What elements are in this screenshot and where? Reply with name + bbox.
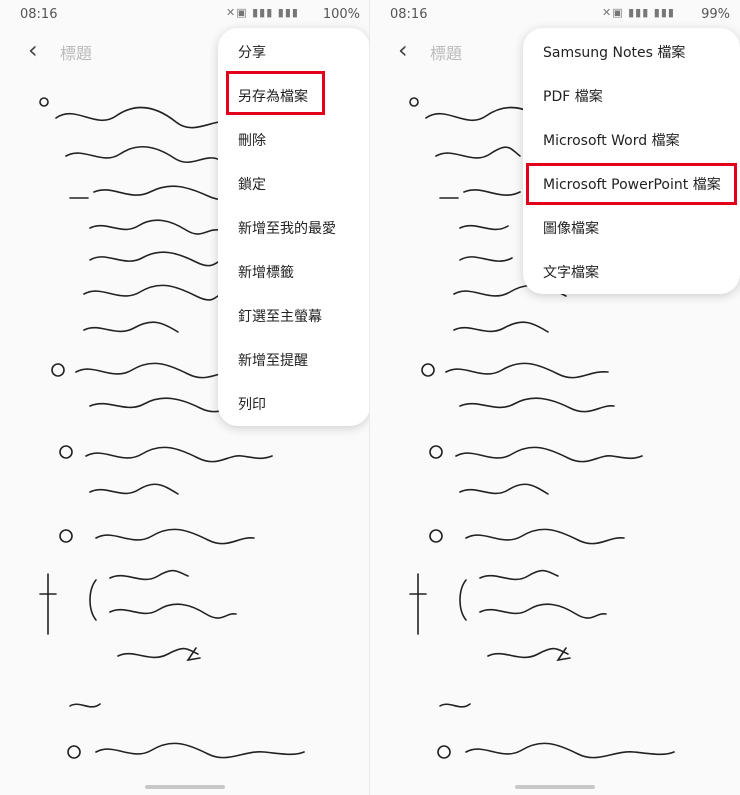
right-screen: 08:16 ✕▣ ▮▮▮ ▮▮▮ 99% ‹ 標題 Samsung Notes … — [370, 0, 740, 795]
home-handle[interactable] — [515, 785, 595, 789]
back-arrow-icon[interactable]: ‹ — [28, 36, 38, 64]
menu-item-pin-to-home[interactable]: 釘選至主螢幕 — [238, 306, 322, 326]
save-as-file-menu: Samsung Notes 檔案 PDF 檔案 Microsoft Word 檔… — [523, 28, 740, 294]
left-screen: 08:16 ✕▣ ▮▮▮ ▮▮▮ 100% ‹ 標題 分享 另存為檔案 刪除 鎖… — [0, 0, 370, 795]
menu-item-samsung-notes-file[interactable]: Samsung Notes 檔案 — [543, 42, 685, 62]
highlight-box — [526, 163, 737, 205]
home-handle[interactable] — [145, 785, 225, 789]
battery-level: 100% — [322, 7, 360, 22]
menu-item-text-file[interactable]: 文字檔案 — [543, 262, 599, 282]
navigation-bar — [0, 777, 370, 795]
menu-item-pdf-file[interactable]: PDF 檔案 — [543, 86, 603, 106]
note-title-placeholder[interactable]: 標題 — [430, 40, 462, 64]
menu-item-word-file[interactable]: Microsoft Word 檔案 — [543, 130, 680, 150]
menu-item-print[interactable]: 列印 — [238, 394, 266, 414]
menu-item-delete[interactable]: 刪除 — [238, 130, 266, 150]
navigation-bar — [370, 777, 740, 795]
highlight-box — [226, 71, 325, 115]
back-arrow-icon[interactable]: ‹ — [398, 36, 408, 64]
menu-item-add-to-favorites[interactable]: 新增至我的最愛 — [238, 218, 336, 238]
menu-item-lock[interactable]: 鎖定 — [238, 174, 266, 194]
signal-icons: ✕▣ ▮▮▮ ▮▮▮ — [602, 6, 675, 19]
menu-item-image-file[interactable]: 圖像檔案 — [543, 218, 599, 238]
note-title-placeholder[interactable]: 標題 — [60, 40, 92, 64]
status-bar: 08:16 ✕▣ ▮▮▮ ▮▮▮ 99% — [370, 0, 740, 30]
status-time: 08:16 — [390, 7, 428, 22]
menu-item-add-reminder[interactable]: 新增至提醒 — [238, 350, 308, 370]
status-time: 08:16 — [20, 7, 58, 22]
battery-level: 99% — [701, 7, 730, 22]
status-bar: 08:16 ✕▣ ▮▮▮ ▮▮▮ 100% — [0, 0, 370, 30]
menu-item-add-tag[interactable]: 新增標籤 — [238, 262, 294, 282]
signal-icons: ✕▣ ▮▮▮ ▮▮▮ — [226, 6, 299, 19]
menu-item-share[interactable]: 分享 — [238, 42, 266, 62]
